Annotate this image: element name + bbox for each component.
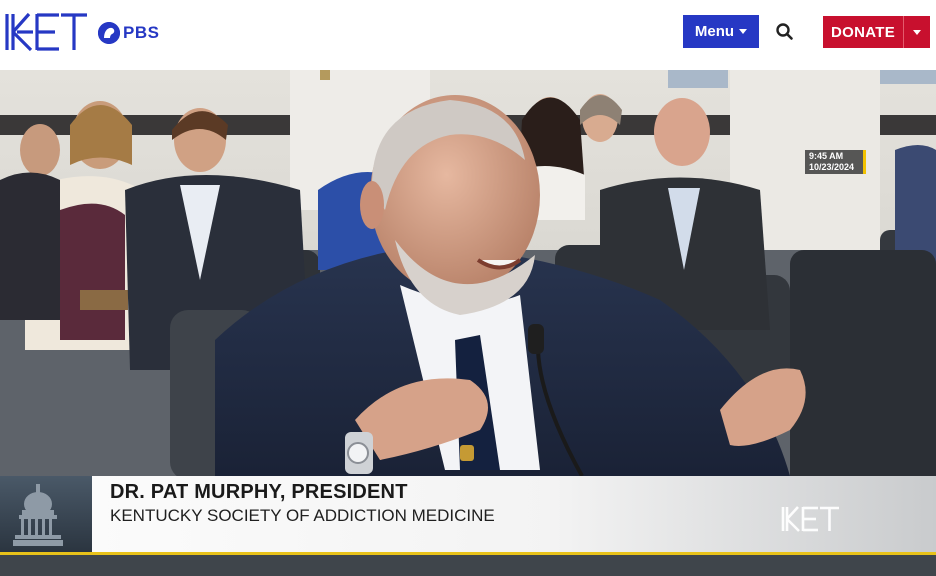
pbs-head-icon bbox=[98, 22, 120, 44]
timestamp-date: 10/23/2024 bbox=[809, 162, 855, 172]
ket-logo[interactable] bbox=[5, 12, 89, 52]
ket-watermark-logo bbox=[781, 506, 839, 532]
donate-group: DONATE bbox=[823, 16, 930, 48]
donate-dropdown-toggle[interactable] bbox=[903, 16, 930, 48]
video-bottom-edge bbox=[0, 555, 936, 576]
chevron-down-icon bbox=[739, 29, 748, 34]
speaker-affiliation: KENTUCKY SOCIETY OF ADDICTION MEDICINE bbox=[110, 506, 495, 525]
site-header: PBS Menu DONATE bbox=[0, 0, 936, 70]
menu-button[interactable]: Menu bbox=[683, 15, 759, 48]
search-icon[interactable] bbox=[774, 20, 796, 44]
donate-button[interactable]: DONATE bbox=[823, 16, 903, 48]
speaker-name: DR. PAT MURPHY, PRESIDENT bbox=[110, 481, 408, 503]
chevron-down-icon bbox=[913, 29, 921, 35]
menu-label: Menu bbox=[694, 23, 735, 40]
capitol-dome-icon bbox=[13, 484, 63, 546]
video-timestamp: 9:45 AM 10/23/2024 bbox=[805, 150, 866, 174]
timestamp-time: 9:45 AM bbox=[809, 151, 844, 161]
pbs-logo[interactable]: PBS bbox=[98, 21, 159, 45]
pbs-wordmark: PBS bbox=[123, 23, 160, 42]
